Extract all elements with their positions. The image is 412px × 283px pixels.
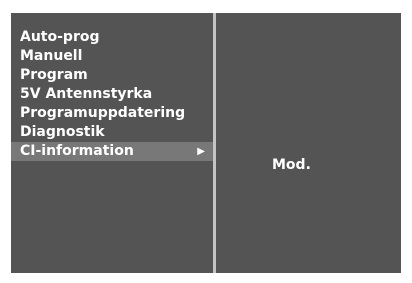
menu-item-ci-information[interactable]: CI-information ▶ [11, 142, 213, 161]
menu-item-manuell[interactable]: Manuell [11, 47, 213, 66]
menu-item-auto-prog[interactable]: Auto-prog [11, 28, 213, 47]
main-menu-panel: Auto-prog Manuell Program 5V Antennstyrk… [11, 13, 213, 273]
triangle-right-icon: ▶ [197, 146, 205, 157]
main-menu-list: Auto-prog Manuell Program 5V Antennstyrk… [11, 28, 213, 161]
menu-item-label: Program [20, 67, 88, 83]
menu-item-label: Programuppdatering [20, 105, 186, 121]
tv-setup-screen: Auto-prog Manuell Program 5V Antennstyrk… [0, 0, 412, 283]
menu-item-label: Diagnostik [20, 124, 105, 140]
menu-item-diagnostik[interactable]: Diagnostik [11, 123, 213, 142]
menu-item-programuppdatering[interactable]: Programuppdatering [11, 104, 213, 123]
submenu-item-mod[interactable]: Mod. [272, 156, 311, 175]
menu-item-label: Manuell [20, 48, 83, 64]
menu-item-label: Auto-prog [20, 29, 100, 45]
menu-item-label: CI-information [20, 143, 134, 159]
menu-item-program[interactable]: Program [11, 66, 213, 85]
menu-item-antennstyrka[interactable]: 5V Antennstyrka [11, 85, 213, 104]
submenu-panel: Mod. [216, 13, 401, 273]
menu-item-label: 5V Antennstyrka [20, 86, 153, 102]
